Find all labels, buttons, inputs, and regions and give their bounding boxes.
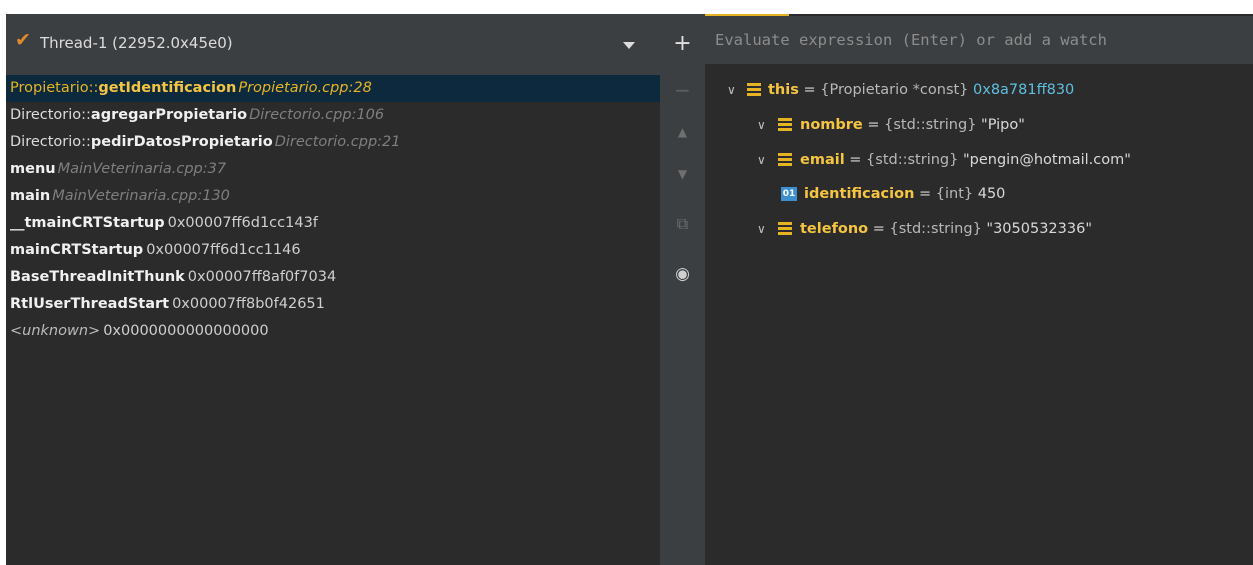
- frame-class: Directorio::: [10, 134, 91, 150]
- thread-selector[interactable]: ✔ Thread-1 (22952.0x45e0): [6, 14, 660, 75]
- frame-class: Directorio::: [10, 107, 91, 123]
- variable-row-identificacion[interactable]: 01 identificacion = {int} 450: [705, 180, 1253, 208]
- chevron-down-icon[interactable]: ∨: [757, 146, 771, 174]
- frame-row[interactable]: Directorio::pedirDatosPropietario Directo…: [6, 129, 660, 156]
- variable-name: this: [768, 82, 799, 98]
- frame-row[interactable]: <unknown> 0x0000000000000000: [6, 318, 660, 345]
- frame-function: menu: [10, 161, 56, 177]
- variable-name: email: [800, 152, 845, 168]
- variable-row-nombre[interactable]: ∨ nombre = {std::string} "Pipo": [705, 111, 1253, 139]
- frame-address: 0x00007ff6d1cc143f: [167, 215, 318, 231]
- variable-type: {Propietario *const}: [820, 82, 974, 98]
- checkmark-icon: ✔: [15, 29, 31, 51]
- variable-name: identificacion: [804, 186, 915, 202]
- frame-unknown: <unknown>: [10, 323, 101, 339]
- variable-equals: =: [844, 152, 867, 168]
- variable-entry: telefono = {std::string} "3050532336": [800, 215, 1092, 243]
- frame-function: main: [10, 188, 51, 204]
- frame-location: MainVeterinaria.cpp:37: [57, 161, 227, 177]
- variable-type: {std::string}: [889, 221, 987, 237]
- debugger-window: ✔ Thread-1 (22952.0x45e0) Propietario::g…: [6, 14, 1253, 565]
- object-icon: [778, 153, 792, 166]
- variable-name: telefono: [800, 221, 869, 237]
- frame-address: 0x00007ff8b0f42651: [172, 296, 325, 312]
- move-up-button[interactable]: ▲: [666, 118, 699, 146]
- variables-panel: + − ▲ ▼ ⧉ ◉ ∨ this = {Propietario *const…: [660, 14, 1253, 565]
- variable-entry: email = {std::string} "pengin@hotmail.co…: [800, 146, 1131, 174]
- remove-watch-button[interactable]: −: [666, 76, 699, 104]
- frame-row[interactable]: BaseThreadInitThunk 0x00007ff8af0f7034: [6, 264, 660, 291]
- variable-value: "3050532336": [986, 221, 1092, 237]
- thread-label: Thread-1 (22952.0x45e0): [40, 34, 233, 52]
- chevron-down-icon[interactable]: ∨: [757, 215, 771, 243]
- frame-address: 0x0000000000000000: [103, 323, 269, 339]
- frame-location: Directorio.cpp:106: [249, 107, 385, 123]
- frame-location: MainVeterinaria.cpp:130: [52, 188, 230, 204]
- eye-icon[interactable]: ◉: [666, 260, 699, 288]
- add-watch-button[interactable]: +: [666, 30, 699, 58]
- variable-type: {std::string}: [866, 152, 963, 168]
- evaluate-bar: [705, 16, 1253, 64]
- frame-row[interactable]: RtlUserThreadStart 0x00007ff8b0f42651: [6, 291, 660, 318]
- object-icon: [778, 118, 792, 131]
- variable-value: "pengin@hotmail.com": [962, 152, 1131, 168]
- variable-row-this[interactable]: ∨ this = {Propietario *const} 0x8a781ff8…: [705, 76, 1253, 104]
- frame-address: 0x00007ff8af0f7034: [187, 269, 337, 285]
- variable-value: "Pipo": [981, 117, 1025, 133]
- variable-value: 0x8a781ff830: [973, 82, 1075, 98]
- variable-value: 450: [977, 186, 1006, 202]
- frame-row[interactable]: Directorio::agregarPropietario Directorio…: [6, 102, 660, 129]
- chevron-down-icon[interactable]: [623, 42, 635, 49]
- frame-function: BaseThreadInitThunk: [10, 269, 185, 285]
- chevron-down-icon[interactable]: ∨: [757, 111, 771, 139]
- object-icon: [747, 83, 761, 96]
- frames-panel: ✔ Thread-1 (22952.0x45e0) Propietario::g…: [6, 14, 660, 565]
- variable-equals: =: [868, 221, 890, 237]
- frame-location: Directorio.cpp:21: [274, 134, 401, 150]
- frame-row[interactable]: main MainVeterinaria.cpp:130: [6, 183, 660, 210]
- variable-type: {std::string}: [884, 117, 982, 133]
- variable-row-email[interactable]: ∨ email = {std::string} "pengin@hotmail.…: [705, 146, 1253, 174]
- chevron-down-icon[interactable]: ∨: [727, 76, 741, 104]
- object-icon: [778, 222, 792, 235]
- frame-row[interactable]: mainCRTStartup 0x00007ff6d1cc1146: [6, 237, 660, 264]
- frame-class: Propietario::: [10, 80, 99, 96]
- variable-equals: =: [798, 82, 821, 98]
- frame-address: 0x00007ff6d1cc1146: [146, 242, 301, 258]
- variable-equals: =: [862, 117, 885, 133]
- frame-function: pedirDatosPropietario: [90, 134, 273, 150]
- variable-type: {int}: [935, 186, 978, 202]
- variable-row-telefono[interactable]: ∨ telefono = {std::string} "3050532336": [705, 215, 1253, 243]
- variable-entry: nombre = {std::string} "Pipo": [800, 111, 1025, 139]
- variable-name: nombre: [800, 117, 863, 133]
- variables-toolbar: + − ▲ ▼ ⧉ ◉: [660, 14, 705, 565]
- frame-row[interactable]: __tmainCRTStartup 0x00007ff6d1cc143f: [6, 210, 660, 237]
- frame-function: __tmainCRTStartup: [10, 215, 165, 231]
- variable-equals: =: [914, 186, 936, 202]
- variable-entry: this = {Propietario *const} 0x8a781ff830: [768, 76, 1074, 104]
- frames-list: Propietario::getIdentificacion Propietari…: [6, 75, 660, 345]
- frame-location: Propietario.cpp:28: [238, 80, 372, 96]
- copy-icon[interactable]: ⧉: [666, 210, 699, 238]
- evaluate-input[interactable]: [715, 16, 1253, 64]
- move-down-button[interactable]: ▼: [666, 160, 699, 188]
- frame-function: agregarPropietario: [90, 107, 248, 123]
- variable-entry: identificacion = {int} 450: [804, 180, 1005, 208]
- frame-row[interactable]: menu MainVeterinaria.cpp:37: [6, 156, 660, 183]
- int-icon: 01: [781, 187, 797, 201]
- frame-function: getIdentificacion: [98, 80, 237, 96]
- frame-function: RtlUserThreadStart: [10, 296, 170, 312]
- frame-row[interactable]: Propietario::getIdentificacion Propietari…: [6, 75, 660, 102]
- frame-function: mainCRTStartup: [10, 242, 144, 258]
